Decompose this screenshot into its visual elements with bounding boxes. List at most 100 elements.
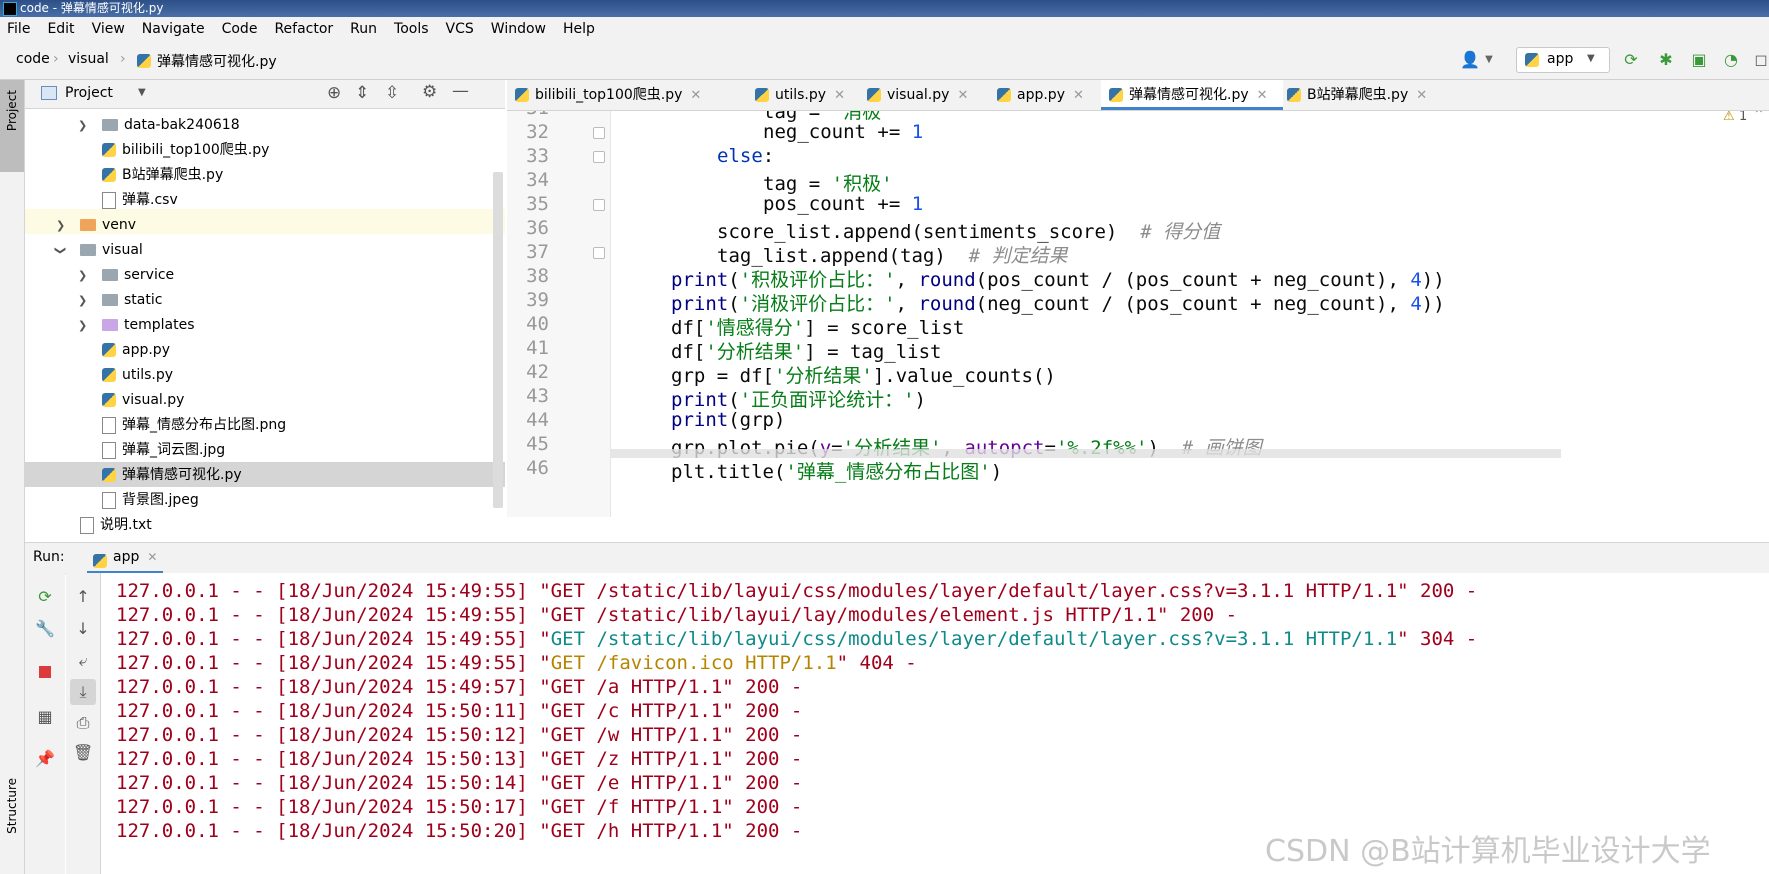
fold-marker-icon[interactable] bbox=[593, 151, 605, 163]
python-file-icon bbox=[137, 53, 157, 68]
code-editor[interactable]: tag = '消极' neg_count += 1 else: tag = '积… bbox=[611, 111, 1769, 517]
chevron-right-icon[interactable]: ❯ bbox=[78, 263, 87, 288]
layout-icon[interactable]: ▦ bbox=[35, 707, 55, 727]
run-config-select[interactable]: app ▼ bbox=[1516, 47, 1610, 73]
wrench-icon[interactable]: 🔧 bbox=[35, 619, 55, 639]
trash-icon[interactable]: 🗑 bbox=[73, 743, 93, 763]
breadcrumb-file[interactable]: 弹幕情感可视化.py bbox=[157, 51, 277, 71]
expand-all-icon[interactable]: ⇕ bbox=[355, 83, 369, 103]
minimize-icon[interactable]: — bbox=[452, 81, 469, 101]
arrow-up-icon[interactable]: ↑ bbox=[73, 587, 93, 607]
tree-item-bilibili-top100[interactable]: bilibili_top100爬虫.py bbox=[102, 138, 269, 163]
menu-help[interactable]: Help bbox=[563, 21, 595, 37]
tab-app[interactable]: app.py ✕ bbox=[997, 80, 1084, 110]
console-line: 127.0.0.1 - - [18/Jun/2024 15:49:55] "GE… bbox=[116, 604, 1238, 626]
code-line-38: print('积极评价占比：', round(pos_count / (pos_… bbox=[671, 269, 1445, 291]
close-icon[interactable]: ✕ bbox=[957, 88, 968, 103]
chevron-down-icon[interactable]: ▼ bbox=[1480, 51, 1498, 69]
project-panel-title[interactable]: Project bbox=[65, 85, 113, 101]
tree-item-utils-py[interactable]: utils.py bbox=[102, 363, 173, 388]
chevron-right-icon[interactable]: ❯ bbox=[78, 288, 87, 313]
tree-item-background-jpeg[interactable]: 背景图.jpeg bbox=[102, 488, 199, 513]
run-panel-label: Run: bbox=[33, 549, 65, 565]
chevron-right-icon[interactable]: ❯ bbox=[56, 213, 65, 238]
tree-item-readme[interactable]: 说明.txt bbox=[80, 513, 152, 538]
breadcrumb-folder[interactable]: visual bbox=[68, 51, 109, 67]
profile-icon[interactable]: ◔ bbox=[1722, 51, 1740, 69]
locate-icon[interactable]: ⊕ bbox=[327, 83, 341, 103]
menu-run[interactable]: Run bbox=[350, 21, 377, 37]
close-icon[interactable]: ✕ bbox=[147, 550, 157, 564]
structure-tool-tab[interactable]: Structure bbox=[5, 778, 19, 834]
tree-item-sentiment-py[interactable]: 弹幕情感可视化.py bbox=[102, 463, 242, 488]
tree-item-danmu-csv[interactable]: 弹幕.csv bbox=[102, 188, 178, 213]
tree-item-visual-py[interactable]: visual.py bbox=[102, 388, 184, 413]
tree-item-danmu-crawler[interactable]: B站弹幕爬虫.py bbox=[102, 163, 223, 188]
line-number: 42 bbox=[526, 361, 549, 383]
horizontal-scrollbar[interactable] bbox=[611, 449, 1561, 458]
scroll-to-end-icon[interactable]: ⤓ bbox=[70, 679, 96, 705]
rerun-icon[interactable]: ⟳ bbox=[35, 587, 55, 607]
chevron-up-icon[interactable]: ⌃ bbox=[1753, 111, 1765, 123]
tree-item-service[interactable]: ❯ service bbox=[78, 263, 175, 288]
chevron-right-icon[interactable]: ❯ bbox=[78, 113, 87, 138]
tree-item-templates[interactable]: ❯ templates bbox=[78, 313, 195, 338]
chevron-right-icon[interactable]: ❯ bbox=[78, 313, 87, 338]
gear-icon[interactable]: ⚙ bbox=[422, 82, 437, 102]
menu-navigate[interactable]: Navigate bbox=[142, 21, 205, 37]
user-icon[interactable]: 👤 bbox=[1460, 51, 1480, 69]
project-scrollbar[interactable] bbox=[493, 172, 503, 508]
stop-icon[interactable]: ◻ bbox=[1752, 51, 1769, 69]
navigation-bar: code › visual › 弹幕情感可视化.py 👤 ▼ app ▼ ⟳ ✱… bbox=[0, 42, 1769, 80]
project-tool-tab[interactable]: Project bbox=[0, 80, 24, 172]
debug-icon[interactable]: ✱ bbox=[1657, 51, 1675, 69]
tree-item-pie-png[interactable]: 弹幕_情感分布占比图.png bbox=[102, 413, 286, 438]
tab-utils[interactable]: utils.py ✕ bbox=[755, 80, 845, 110]
close-icon[interactable]: ✕ bbox=[1073, 88, 1084, 103]
tab-danmu-crawler[interactable]: B站弹幕爬虫.py ✕ bbox=[1287, 80, 1427, 110]
collapse-all-icon[interactable]: ⇳ bbox=[385, 83, 399, 103]
print-icon[interactable]: ⎙ bbox=[73, 713, 93, 733]
run-tab-app[interactable]: app ✕ bbox=[87, 543, 164, 574]
menu-edit[interactable]: Edit bbox=[47, 21, 74, 37]
close-icon[interactable]: ✕ bbox=[1416, 88, 1427, 103]
fold-marker-icon[interactable] bbox=[593, 127, 605, 139]
tree-item-visual[interactable]: ❯ visual bbox=[54, 238, 143, 263]
close-icon[interactable]: ✕ bbox=[690, 88, 701, 103]
close-icon[interactable]: ✕ bbox=[834, 88, 845, 103]
close-icon[interactable]: ✕ bbox=[1257, 88, 1268, 103]
tree-item-venv[interactable]: ❯ venv bbox=[56, 213, 136, 238]
tree-item-static[interactable]: ❯ static bbox=[78, 288, 163, 313]
arrow-down-icon[interactable]: ↓ bbox=[73, 619, 93, 639]
tree-item-wordcloud-jpg[interactable]: 弹幕_词云图.jpg bbox=[102, 438, 225, 463]
soft-wrap-icon[interactable]: ⤶ bbox=[73, 651, 93, 671]
menu-tools[interactable]: Tools bbox=[394, 21, 429, 37]
pin-icon[interactable]: 📌 bbox=[35, 749, 55, 769]
menu-refactor[interactable]: Refactor bbox=[274, 21, 333, 37]
menu-window[interactable]: Window bbox=[491, 21, 546, 37]
tab-sentiment[interactable]: 弹幕情感可视化.py ✕ bbox=[1101, 80, 1283, 110]
chevron-down-icon[interactable]: ▼ bbox=[138, 87, 146, 98]
tree-item-label: static bbox=[124, 292, 163, 308]
fold-marker-icon[interactable] bbox=[593, 247, 605, 259]
rerun-icon[interactable]: ⟳ bbox=[1622, 51, 1640, 69]
tab-bilibili-top100[interactable]: bilibili_top100爬虫.py ✕ bbox=[515, 80, 701, 110]
stop-icon[interactable] bbox=[35, 663, 55, 683]
warning-icon[interactable]: ⚠ bbox=[1723, 111, 1735, 124]
menu-file[interactable]: File bbox=[7, 21, 30, 37]
menu-vcs[interactable]: VCS bbox=[446, 21, 474, 37]
console-line: 127.0.0.1 - - [18/Jun/2024 15:50:12] "GE… bbox=[116, 724, 803, 746]
coverage-icon[interactable]: ▣ bbox=[1690, 51, 1708, 69]
menu-code[interactable]: Code bbox=[222, 21, 258, 37]
tab-visual[interactable]: visual.py ✕ bbox=[867, 80, 968, 110]
chevron-down-icon[interactable]: ❯ bbox=[48, 246, 73, 255]
breadcrumb-root[interactable]: code bbox=[16, 51, 50, 67]
tree-item-label: utils.py bbox=[122, 367, 174, 383]
tree-item-label: service bbox=[124, 267, 175, 283]
tree-item-data-bak[interactable]: ❯ data-bak240618 bbox=[78, 113, 240, 138]
menu-view[interactable]: View bbox=[92, 21, 125, 37]
line-number: 41 bbox=[526, 337, 549, 359]
fold-marker-icon[interactable] bbox=[593, 199, 605, 211]
code-line-36: score_list.append(sentiments_score) # 得分… bbox=[717, 221, 1221, 243]
tree-item-app-py[interactable]: app.py bbox=[102, 338, 170, 363]
